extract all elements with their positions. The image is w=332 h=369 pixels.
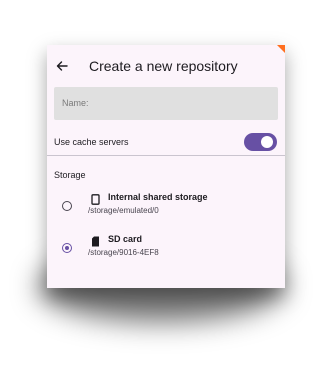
page-title: Create a new repository: [89, 58, 238, 74]
cache-servers-toggle[interactable]: [244, 133, 277, 151]
storage-option-path: /storage/emulated/0: [88, 206, 159, 215]
name-field-label: Name:: [62, 98, 89, 108]
phone-icon: [91, 192, 100, 205]
cache-servers-label: Use cache servers: [54, 137, 129, 147]
name-input[interactable]: Name:: [54, 87, 278, 120]
radio-button-sd-card[interactable]: [62, 243, 72, 253]
storage-option-title: Internal shared storage: [108, 192, 208, 202]
phone-screen: Create a new repository Name: Use cache …: [47, 45, 285, 288]
sd-card-icon: [91, 234, 100, 247]
toggle-knob: [261, 136, 273, 148]
arrow-left-icon[interactable]: [55, 59, 69, 73]
storage-section-label: Storage: [54, 170, 86, 180]
screenshot-stage: Create a new repository Name: Use cache …: [0, 0, 332, 369]
radio-button-internal[interactable]: [62, 201, 72, 211]
storage-option-path: /storage/9016-4EF8: [88, 248, 159, 257]
storage-option-title: SD card: [108, 234, 143, 244]
app-bar: Create a new repository: [47, 51, 285, 81]
storage-option-internal[interactable]: Internal shared storage /storage/emulate…: [47, 187, 285, 221]
storage-option-sd-card[interactable]: SD card /storage/9016-4EF8: [47, 229, 285, 263]
cache-servers-row: Use cache servers: [47, 129, 285, 156]
